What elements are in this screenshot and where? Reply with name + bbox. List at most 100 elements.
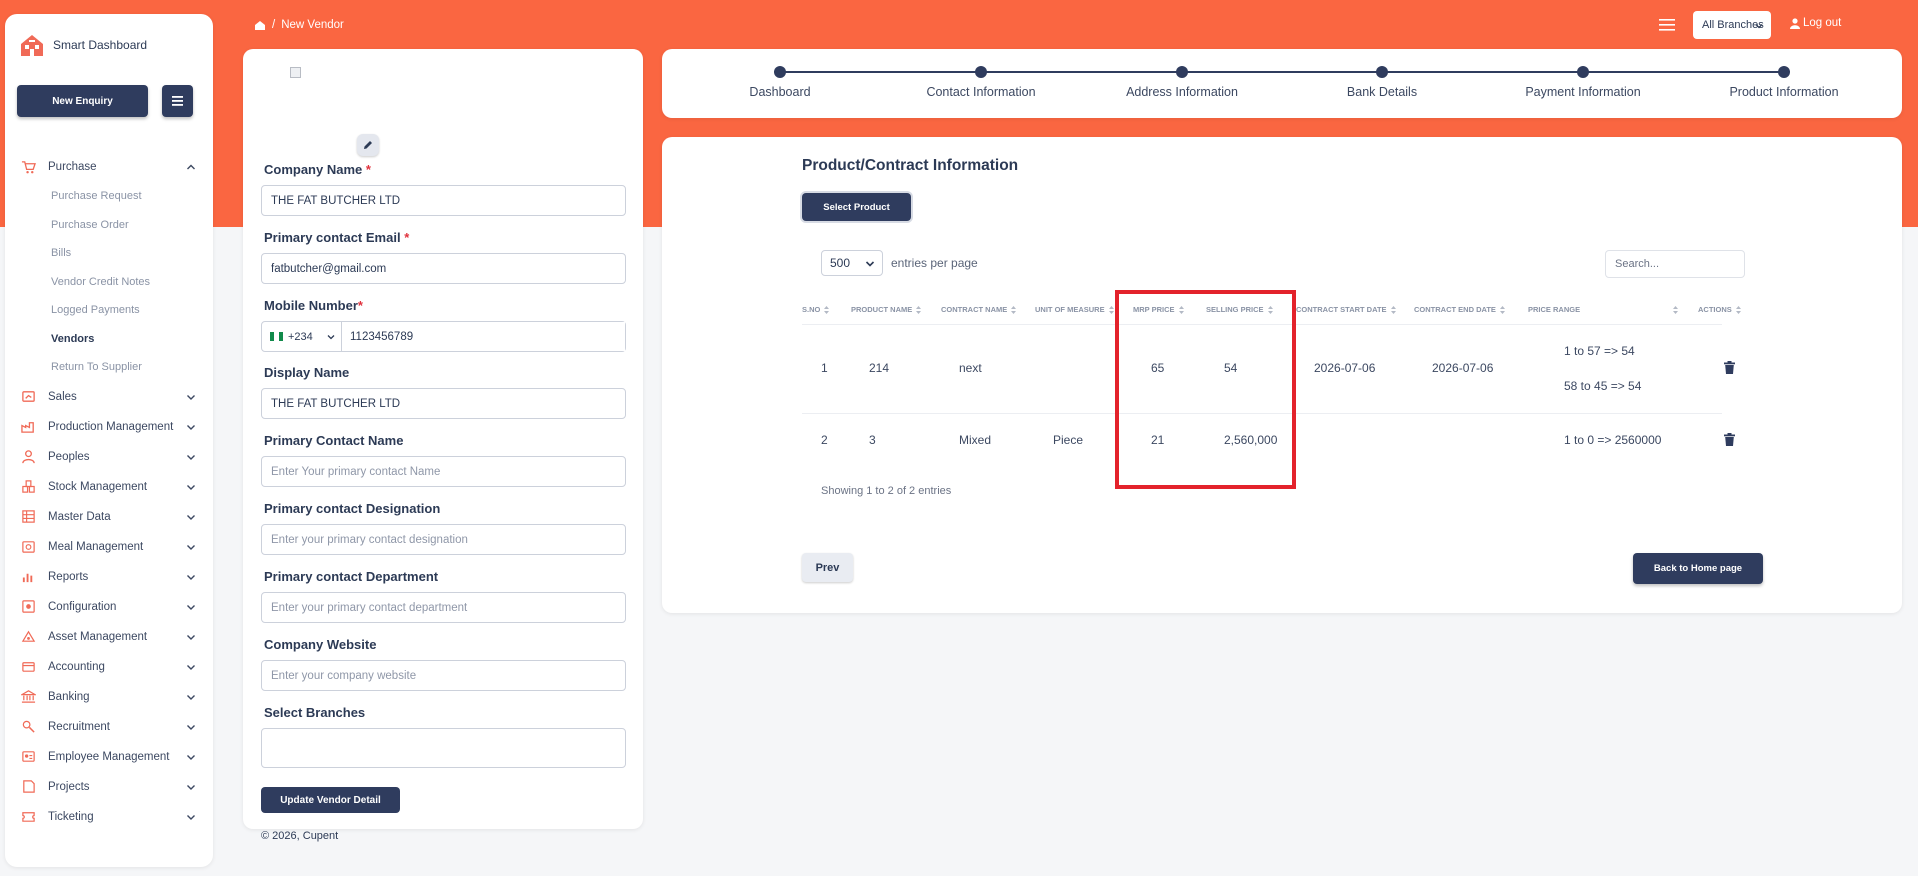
sort-icon[interactable] — [1673, 306, 1678, 314]
breadcrumb-separator: / — [272, 19, 276, 31]
step-dashboard[interactable]: Dashboard — [690, 66, 870, 99]
logout-link[interactable]: Log out — [1790, 17, 1841, 29]
entries-label: entries per page — [891, 256, 978, 270]
step-dot — [1376, 66, 1388, 78]
step-dot — [774, 66, 786, 78]
dial-code: +234 — [288, 330, 313, 343]
chevron-up-icon — [187, 164, 195, 170]
chevron-down-icon — [187, 544, 195, 550]
mobile-number-input[interactable] — [342, 322, 625, 351]
sidebar-item-asset-management[interactable]: Asset Management — [5, 622, 213, 652]
dial-code-select[interactable]: +234 — [262, 322, 342, 351]
pencil-icon — [364, 141, 372, 149]
entries-value: 500 — [830, 256, 851, 270]
display-name-input[interactable] — [261, 388, 626, 419]
sidebar-menu-toggle[interactable] — [162, 85, 193, 117]
company-name-input[interactable] — [261, 185, 626, 216]
sidebar-subitem-logged-payments[interactable]: Logged Payments — [5, 296, 213, 325]
website-input[interactable] — [261, 660, 626, 691]
sidebar-subitem-vendors[interactable]: Vendors — [5, 325, 213, 354]
home-icon[interactable] — [254, 20, 266, 31]
table-search-input[interactable] — [1605, 250, 1745, 278]
step-dot — [1577, 66, 1589, 78]
designation-label: Primary contact Designation — [264, 501, 441, 516]
select-product-button[interactable]: Select Product — [802, 193, 911, 221]
sidebar-item-reports[interactable]: Reports — [5, 562, 213, 592]
column-header-contract-end-date[interactable]: CONTRACT END DATE — [1414, 305, 1505, 314]
trash-icon[interactable] — [1724, 361, 1735, 374]
sidebar-item-accounting[interactable]: Accounting — [5, 652, 213, 682]
prev-button[interactable]: Prev — [802, 553, 853, 582]
vendor-form-card: Company Name * Primary contact Email * M… — [243, 49, 643, 829]
sidebar-item-sales[interactable]: Sales — [5, 382, 213, 412]
chevron-down-icon — [187, 514, 195, 520]
cell-sno: 1 — [821, 361, 828, 375]
branch-select[interactable]: All Branches — [1693, 11, 1771, 39]
step-dot — [1176, 66, 1188, 78]
sidebar-item-production-management[interactable]: Production Management — [5, 412, 213, 442]
edit-logo-button[interactable] — [357, 134, 379, 156]
sort-icon — [1735, 305, 1741, 314]
back-to-home-button[interactable]: Back to Home page — [1633, 553, 1763, 584]
chevron-down-icon — [865, 261, 875, 267]
sidebar-item-label: Configuration — [48, 600, 117, 613]
sidebar-item-master-data[interactable]: Master Data — [5, 502, 213, 532]
step-label: Product Information — [1729, 85, 1839, 99]
chevron-down-icon — [187, 454, 195, 460]
sidebar-item-purchase[interactable]: Purchase — [5, 152, 213, 182]
sidebar-item-ticketing[interactable]: Ticketing — [5, 802, 213, 832]
chevron-down-icon — [187, 604, 195, 610]
department-input[interactable] — [261, 592, 626, 623]
column-header-unit-of-measure[interactable]: UNIT OF MEASURE — [1035, 305, 1114, 314]
sidebar-subitem-bills[interactable]: Bills — [5, 239, 213, 268]
sidebar-subitem-vendor-credit-notes[interactable]: Vendor Credit Notes — [5, 268, 213, 297]
sidebar-item-peoples[interactable]: Peoples — [5, 442, 213, 472]
recruitment-icon — [22, 720, 35, 733]
email-input[interactable] — [261, 253, 626, 284]
column-header-contract-name[interactable]: CONTRACT NAME — [941, 305, 1017, 314]
logout-label: Log out — [1803, 17, 1842, 29]
column-header-product-name[interactable]: PRODUCT NAME — [851, 305, 922, 314]
sort-icon — [824, 305, 830, 314]
update-vendor-button[interactable]: Update Vendor Detail — [261, 787, 400, 813]
branches-multiselect[interactable] — [261, 728, 626, 768]
footer-company-link[interactable]: Cupent — [303, 830, 338, 842]
sidebar-item-banking[interactable]: Banking — [5, 682, 213, 712]
designation-input[interactable] — [261, 524, 626, 555]
contact-name-label: Primary Contact Name — [264, 433, 404, 448]
new-enquiry-button[interactable]: New Enquiry — [17, 85, 148, 117]
sidebar-subitem-purchase-order[interactable]: Purchase Order — [5, 211, 213, 240]
stepper: Dashboard Contact Information Address In… — [662, 49, 1902, 118]
sidebar-item-recruitment[interactable]: Recruitment — [5, 712, 213, 742]
cell-price-range: 1 to 57 => 54 — [1564, 344, 1635, 358]
sidebar-subitem-return-to-supplier[interactable]: Return To Supplier — [5, 353, 213, 382]
ticket-icon — [22, 812, 35, 822]
column-header-sno[interactable]: S.NO — [802, 305, 830, 314]
column-header-price-range[interactable]: PRICE RANGE — [1528, 305, 1580, 314]
step-payment-information[interactable]: Payment Information — [1493, 66, 1673, 99]
table-info: Showing 1 to 2 of 2 entries — [821, 485, 952, 497]
entries-per-page-select[interactable]: 500 — [821, 250, 883, 276]
sidebar-item-projects[interactable]: Projects — [5, 772, 213, 802]
cell-contract-name: Mixed — [959, 433, 992, 447]
sidebar-item-label: Reports — [48, 570, 89, 583]
entries-per-page: 500 entries per page — [821, 250, 978, 276]
sidebar-item-meal-management[interactable]: Meal Management — [5, 532, 213, 562]
contact-name-input[interactable] — [261, 456, 626, 487]
top-menu-icon[interactable] — [1659, 18, 1675, 32]
step-product-information[interactable]: Product Information — [1694, 66, 1874, 99]
column-header-actions[interactable]: ACTIONS — [1698, 305, 1741, 314]
sidebar-item-label: Peoples — [48, 450, 90, 463]
step-contact-information[interactable]: Contact Information — [891, 66, 1071, 99]
sidebar-item-employee-management[interactable]: Employee Management — [5, 742, 213, 772]
sidebar-item-stock-management[interactable]: Stock Management — [5, 472, 213, 502]
sidebar-item-configuration[interactable]: Configuration — [5, 592, 213, 622]
brand[interactable]: Smart Dashboard — [19, 32, 147, 58]
step-address-information[interactable]: Address Information — [1092, 66, 1272, 99]
sidebar-subitem-purchase-request[interactable]: Purchase Request — [5, 182, 213, 211]
trash-icon[interactable] — [1724, 433, 1735, 446]
chevron-down-icon — [327, 335, 335, 340]
column-header-contract-start-date[interactable]: CONTRACT START DATE — [1296, 305, 1396, 314]
chevron-down-icon — [187, 754, 195, 760]
step-bank-details[interactable]: Bank Details — [1292, 66, 1472, 99]
